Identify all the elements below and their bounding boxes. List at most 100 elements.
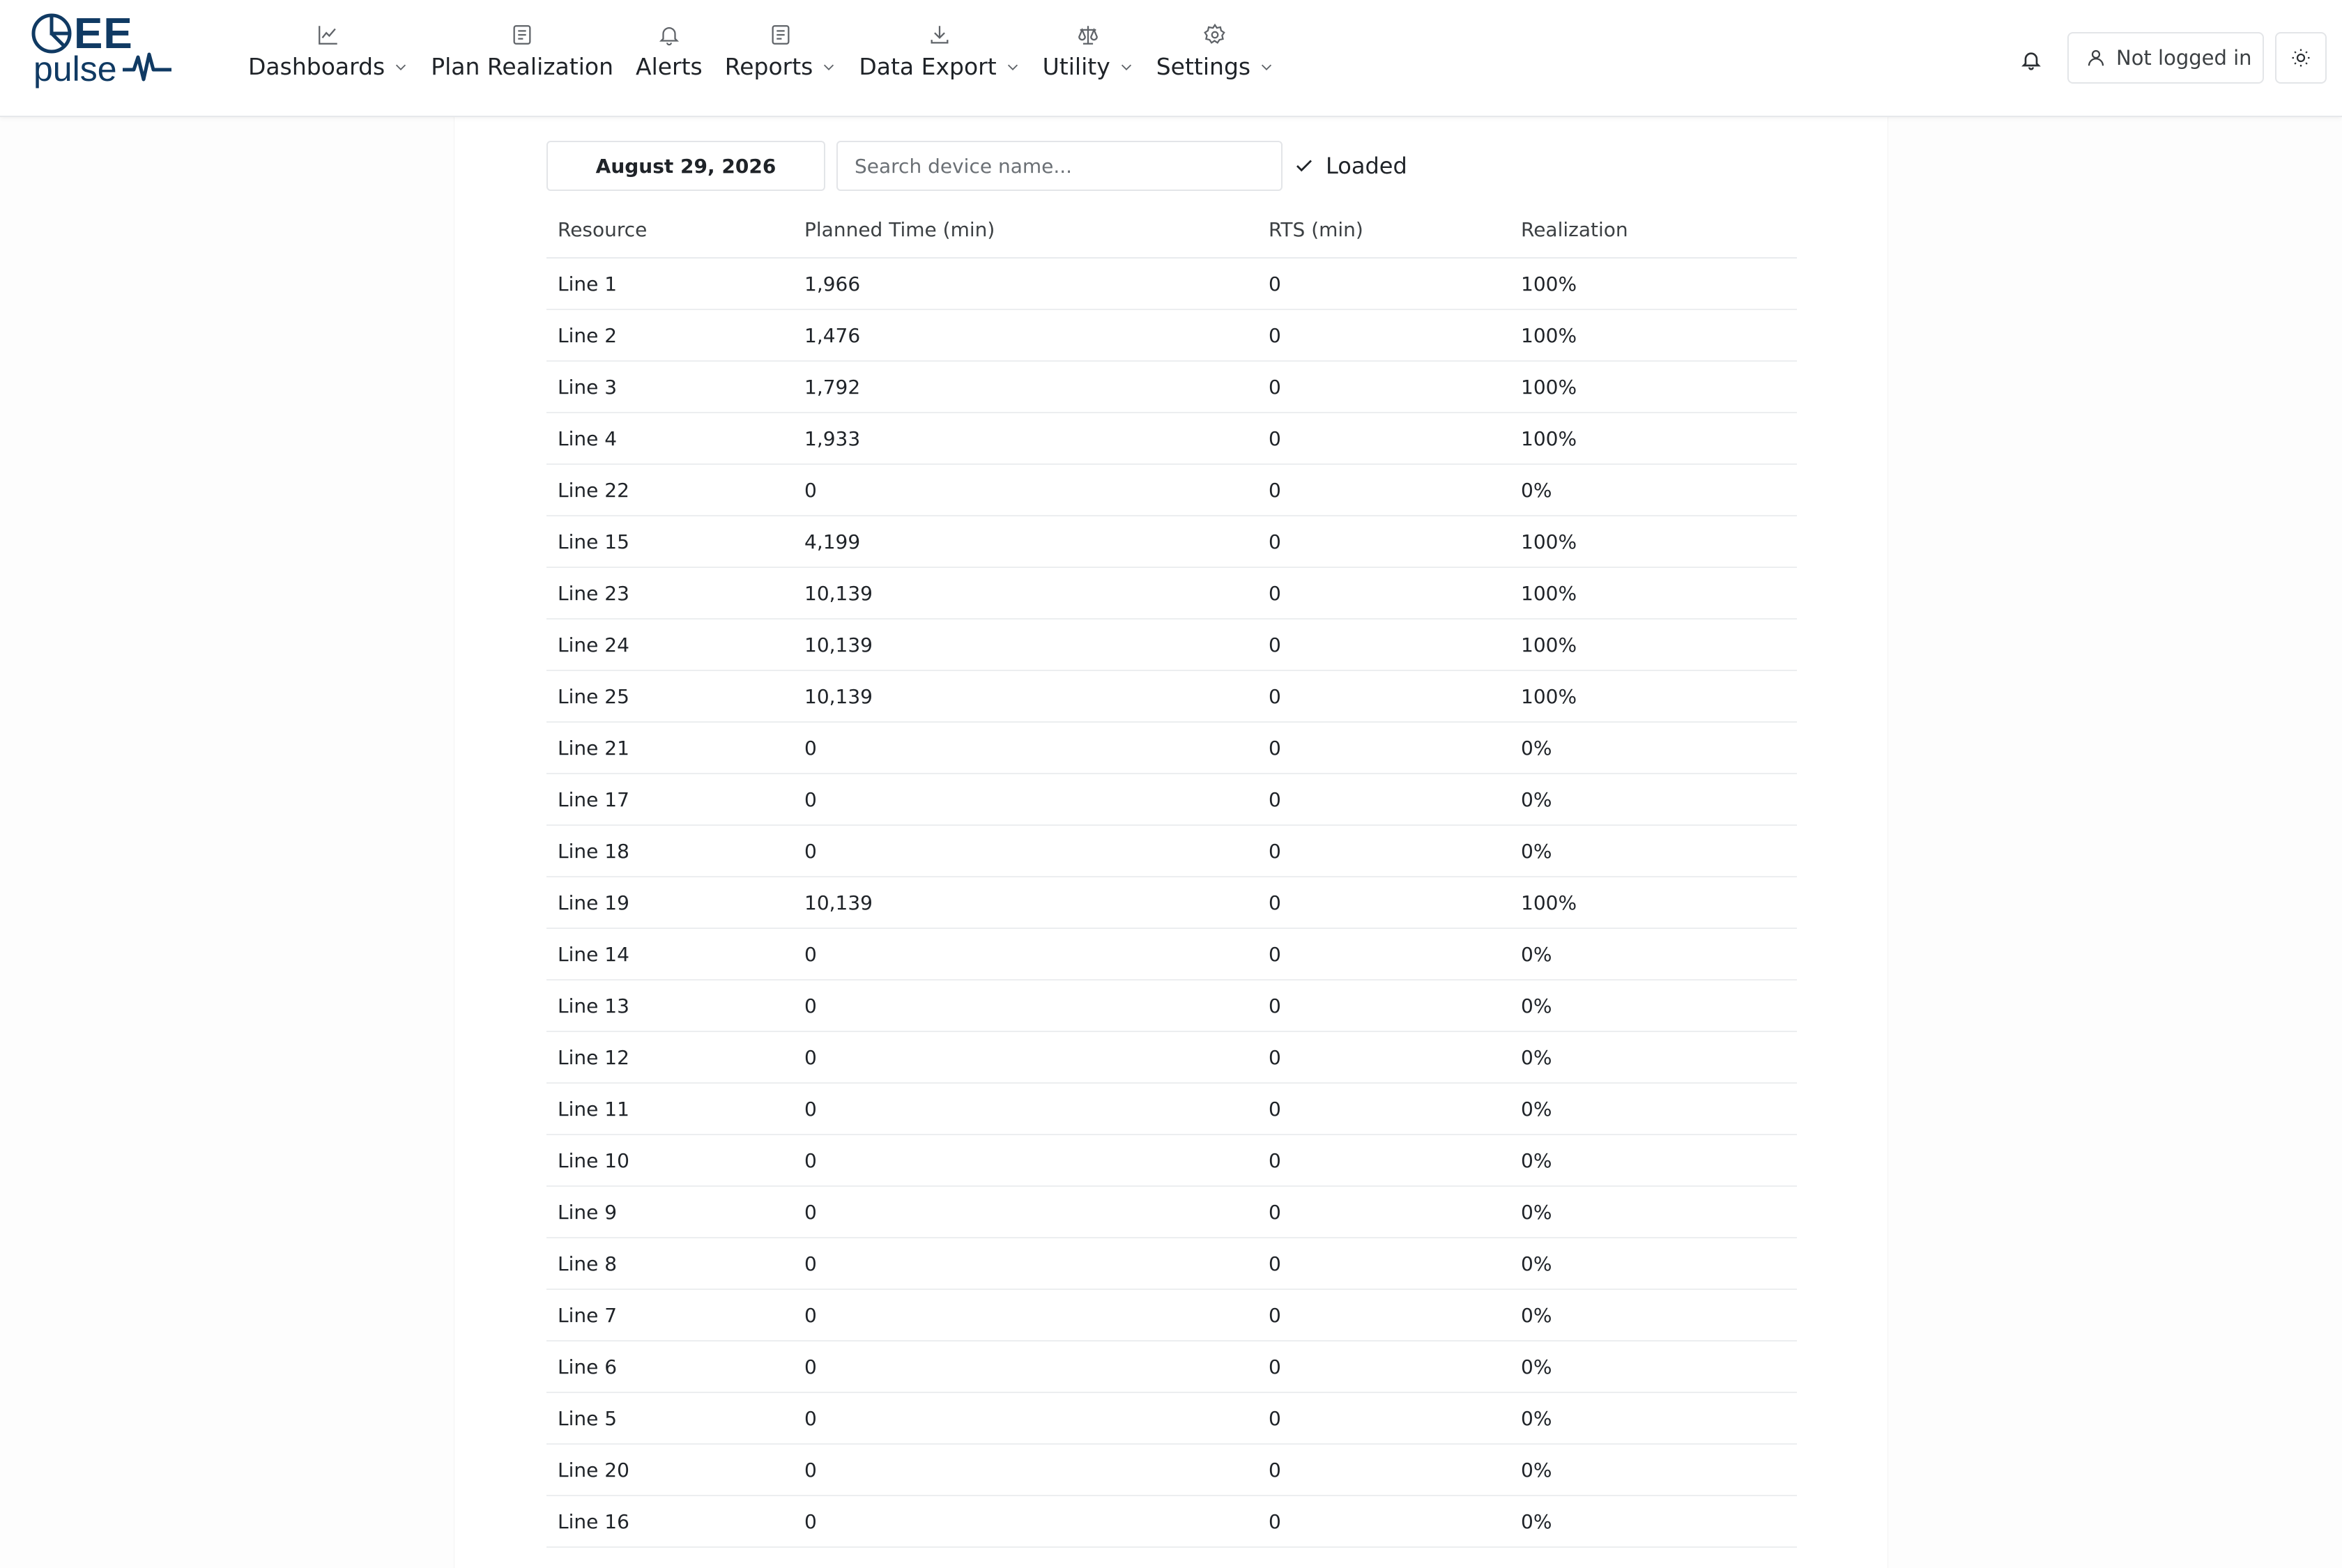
rts-cell: 0	[1257, 670, 1510, 723]
realization-cell: 0%	[1510, 1496, 1797, 1548]
nav-settings[interactable]: Settings	[1145, 21, 1285, 98]
table-row[interactable]: Line 22 0 0 0%	[546, 464, 1797, 516]
table-row[interactable]: Line 24 10,139 0 100%	[546, 619, 1797, 671]
planned-time-cell: 1,792	[793, 361, 1257, 413]
rts-cell: 0	[1257, 722, 1510, 774]
rts-cell: 0	[1257, 361, 1510, 413]
table-row[interactable]: Line 21 0 0 0%	[546, 722, 1797, 774]
app-page: EE pulse Dashboards Plan Realization Ale…	[0, 0, 2342, 1568]
resource-cell: Line 13	[546, 980, 793, 1032]
resource-cell: Line 18	[546, 825, 793, 877]
rts-cell: 0	[1257, 1238, 1510, 1290]
realization-cell: 0%	[1510, 980, 1797, 1032]
realization-cell: 0%	[1510, 825, 1797, 877]
table-row[interactable]: Line 2 1,476 0 100%	[546, 309, 1797, 362]
realization-cell: 0%	[1510, 1238, 1797, 1290]
resource-cell: Line 11	[546, 1083, 793, 1135]
chevron-down-icon	[1005, 59, 1020, 75]
realization-cell: 100%	[1510, 567, 1797, 620]
notifications-button[interactable]	[2014, 43, 2048, 77]
planned-time-cell: 0	[793, 1135, 1257, 1187]
table-row[interactable]: Line 7 0 0 0%	[546, 1289, 1797, 1342]
table-row[interactable]: Line 3 1,792 0 100%	[546, 361, 1797, 413]
bell-icon	[655, 21, 683, 49]
resource-cell: Line 22	[546, 464, 793, 516]
realization-cell: 0%	[1510, 1341, 1797, 1393]
nav-dashboards-label: Dashboards	[248, 53, 385, 80]
resource-cell: Line 12	[546, 1031, 793, 1084]
table-row[interactable]: Line 5 0 0 0%	[546, 1392, 1797, 1445]
realization-cell: 0%	[1510, 1289, 1797, 1342]
planned-time-cell: 0	[793, 1392, 1257, 1445]
column-header-realization[interactable]: Realization	[1510, 202, 1797, 259]
nav-data-export[interactable]: Data Export	[848, 21, 1031, 98]
nav-alerts-label: Alerts	[636, 53, 703, 80]
resource-cell: Line 19	[546, 877, 793, 929]
planned-time-cell: 0	[793, 774, 1257, 826]
table-row[interactable]: Line 15 4,199 0 100%	[546, 516, 1797, 568]
table-row[interactable]: Line 13 0 0 0%	[546, 980, 1797, 1032]
realization-cell: 100%	[1510, 877, 1797, 929]
nav-alerts[interactable]: Alerts	[625, 21, 714, 98]
rts-cell: 0	[1257, 1031, 1510, 1084]
right-margin	[1888, 117, 2342, 1568]
table-header-row: Resource Planned Time (min) RTS (min) Re…	[546, 202, 1797, 259]
planned-time-cell: 0	[793, 928, 1257, 981]
brand-logo[interactable]: EE pulse	[28, 11, 181, 95]
table-row[interactable]: Line 20 0 0 0%	[546, 1444, 1797, 1496]
table-row[interactable]: Line 23 10,139 0 100%	[546, 567, 1797, 620]
nav-reports[interactable]: Reports	[714, 21, 848, 98]
planned-time-cell: 0	[793, 980, 1257, 1032]
planned-time-cell: 0	[793, 1341, 1257, 1393]
sun-icon	[2292, 49, 2310, 67]
table-row[interactable]: Line 6 0 0 0%	[546, 1341, 1797, 1393]
table-row[interactable]: Line 11 0 0 0%	[546, 1083, 1797, 1135]
realization-cell: 0%	[1510, 722, 1797, 774]
check-icon	[1294, 155, 1315, 176]
nav-utility[interactable]: Utility	[1032, 21, 1145, 98]
table-row[interactable]: Line 8 0 0 0%	[546, 1238, 1797, 1290]
theme-toggle-button[interactable]	[2275, 32, 2327, 84]
column-header-planned-time[interactable]: Planned Time (min)	[793, 202, 1257, 259]
left-margin	[0, 117, 454, 1568]
planned-time-cell: 10,139	[793, 670, 1257, 723]
table-row[interactable]: Line 10 0 0 0%	[546, 1135, 1797, 1187]
table-row[interactable]: Line 4 1,933 0 100%	[546, 413, 1797, 465]
realization-cell: 0%	[1510, 464, 1797, 516]
table-row[interactable]: Line 25 10,139 0 100%	[546, 670, 1797, 723]
document-list-icon	[767, 21, 795, 49]
table-row[interactable]: Line 9 0 0 0%	[546, 1186, 1797, 1238]
rts-cell: 0	[1257, 464, 1510, 516]
realization-cell: 0%	[1510, 1031, 1797, 1084]
resource-cell: Line 1	[546, 258, 793, 310]
rts-cell: 0	[1257, 825, 1510, 877]
nav-plan-realization[interactable]: Plan Realization	[420, 21, 625, 98]
nav-settings-label: Settings	[1156, 53, 1251, 80]
planned-time-cell: 0	[793, 1186, 1257, 1238]
plan-realization-table: Resource Planned Time (min) RTS (min) Re…	[546, 202, 1797, 1548]
table-row[interactable]: Line 1 1,966 0 100%	[546, 258, 1797, 310]
bell-icon	[2021, 52, 2041, 70]
chevron-down-icon	[1259, 59, 1274, 75]
nav-dashboards[interactable]: Dashboards	[237, 21, 420, 98]
table-row[interactable]: Line 17 0 0 0%	[546, 774, 1797, 826]
realization-cell: 0%	[1510, 928, 1797, 981]
rts-cell: 0	[1257, 774, 1510, 826]
table-row[interactable]: Line 19 10,139 0 100%	[546, 877, 1797, 929]
search-device-input[interactable]	[836, 141, 1283, 191]
table-row[interactable]: Line 12 0 0 0%	[546, 1031, 1797, 1084]
resource-cell: Line 17	[546, 774, 793, 826]
column-header-rts[interactable]: RTS (min)	[1257, 202, 1510, 259]
rts-cell: 0	[1257, 619, 1510, 671]
table-row[interactable]: Line 14 0 0 0%	[546, 928, 1797, 981]
table-row[interactable]: Line 18 0 0 0%	[546, 825, 1797, 877]
table-row[interactable]: Line 16 0 0 0%	[546, 1496, 1797, 1548]
date-picker[interactable]: August 29, 2026	[546, 141, 825, 191]
planned-time-cell: 0	[793, 1496, 1257, 1548]
realization-cell: 100%	[1510, 309, 1797, 362]
rts-cell: 0	[1257, 1083, 1510, 1135]
planned-time-cell: 0	[793, 1238, 1257, 1290]
column-header-resource[interactable]: Resource	[546, 202, 793, 259]
resource-cell: Line 20	[546, 1444, 793, 1496]
login-button[interactable]: Not logged in	[2067, 32, 2264, 84]
